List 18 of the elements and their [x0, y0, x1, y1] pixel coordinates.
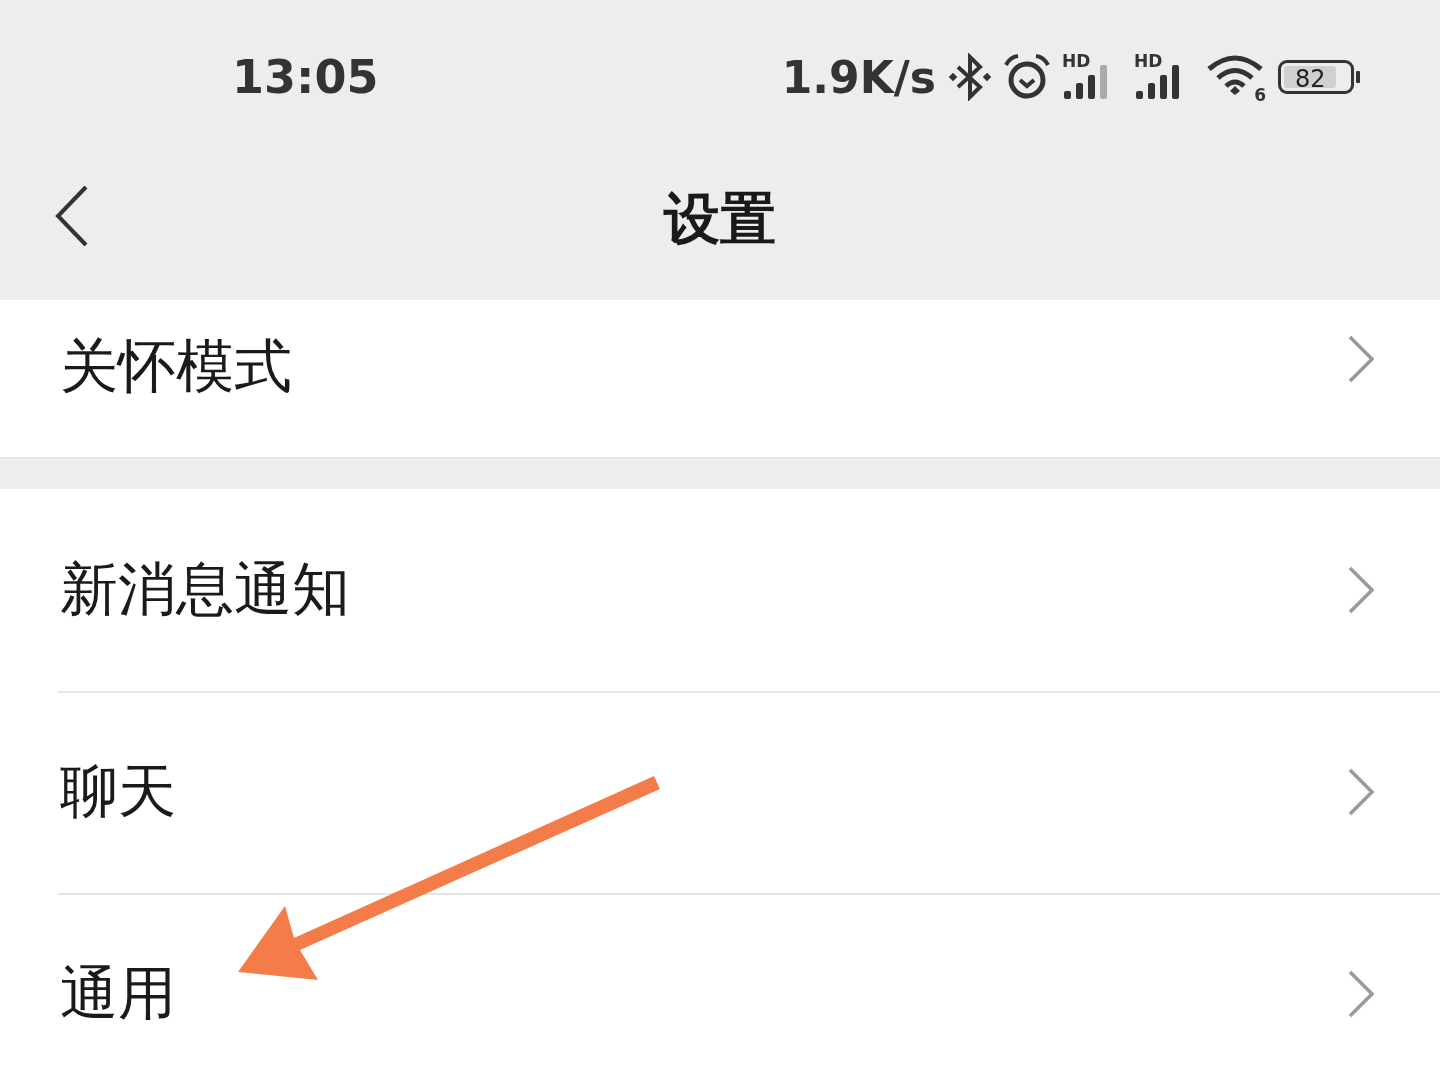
network-speed: 1.9K/s — [781, 51, 936, 103]
chevron-right-icon — [1348, 566, 1374, 614]
alarm-icon — [1002, 53, 1052, 101]
chevron-right-icon — [1348, 335, 1374, 383]
chevron-right-icon — [1348, 970, 1374, 1018]
settings-item[interactable]: 新消息通知 — [0, 489, 1440, 691]
settings-item[interactable]: 关怀模式 — [0, 300, 1440, 457]
page-title: 设置 — [664, 185, 776, 253]
battery-level: 82 — [1284, 66, 1337, 88]
status-time: 13:05 — [232, 50, 379, 104]
bluetooth-icon — [948, 53, 992, 101]
hd-label: HD — [1062, 53, 1091, 70]
hd-label: HD — [1134, 53, 1163, 70]
back-icon[interactable] — [54, 185, 90, 247]
settings-item[interactable]: 通用 — [0, 893, 1440, 1089]
settings-item[interactable]: 聊天 — [0, 691, 1440, 893]
wifi-label: 6 — [1254, 85, 1266, 105]
chevron-right-icon — [1348, 768, 1374, 816]
